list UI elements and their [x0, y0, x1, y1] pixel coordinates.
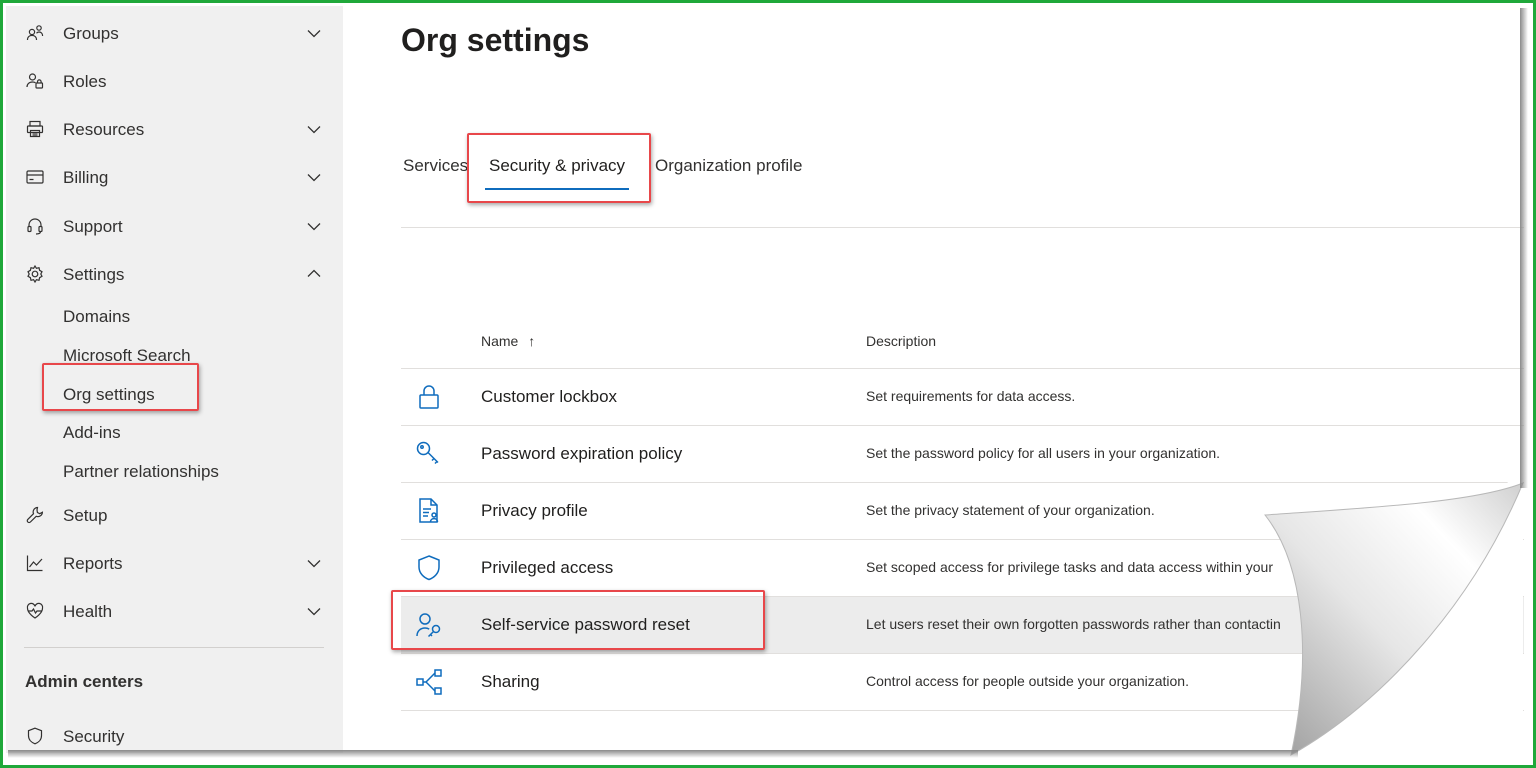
admin-centers-title: Admin centers: [25, 672, 144, 691]
sidebar-subitem-microsoft-search[interactable]: Microsoft Search: [63, 341, 191, 371]
screenshot-frame: Groups Roles Resources Billing Support S…: [0, 0, 1536, 768]
sidebar-nav: Groups Roles Resources Billing Support S…: [6, 6, 343, 753]
sidebar-item-label: Settings: [63, 265, 125, 284]
sidebar-item-label: Setup: [63, 506, 108, 525]
chevron-down-icon[interactable]: [306, 555, 324, 571]
roles-icon: [24, 70, 46, 92]
page-title: Org settings: [401, 22, 590, 58]
row-name: Sharing: [481, 672, 540, 691]
tab-services[interactable]: Services: [403, 156, 468, 184]
sidebar-subitem-org-settings[interactable]: Org settings: [63, 380, 155, 410]
chevron-down-icon[interactable]: [306, 169, 324, 185]
row-description: Let users reset their own forgotten pass…: [866, 616, 1281, 632]
sidebar-item-billing[interactable]: Billing: [6, 157, 343, 197]
table-row-privileged-access[interactable]: Privileged access Set scoped access for …: [401, 540, 1524, 597]
sidebar-item-label: Billing: [63, 168, 109, 187]
row-name: Privileged access: [481, 558, 614, 577]
row-name: Self-service password reset: [481, 615, 690, 634]
row-description: Set the privacy statement of your organi…: [866, 502, 1155, 518]
shield-icon: [24, 725, 46, 747]
sidebar-item-health[interactable]: Health: [6, 591, 343, 631]
row-description: Set requirements for data access.: [866, 388, 1076, 404]
chevron-down-icon[interactable]: [306, 121, 324, 137]
tab-bar: Services Security & privacy Organization…: [401, 133, 1524, 228]
groups-icon: [24, 22, 46, 44]
sidebar-item-roles[interactable]: Roles: [6, 61, 343, 101]
row-name: Customer lockbox: [481, 387, 618, 406]
sidebar-item-setup[interactable]: Setup: [6, 495, 343, 535]
tab-organization-profile[interactable]: Organization profile: [655, 156, 802, 184]
sidebar-item-settings[interactable]: Settings: [6, 254, 343, 294]
table-row-password-expiration-policy[interactable]: Password expiration policy Set the passw…: [401, 426, 1524, 483]
sidebar-item-label: Resources: [63, 120, 145, 139]
page: Groups Roles Resources Billing Support S…: [6, 6, 1524, 753]
chart-icon: [24, 552, 46, 574]
tab-security-privacy[interactable]: Security & privacy: [489, 156, 625, 184]
chevron-down-icon[interactable]: [306, 218, 324, 234]
table-row-customer-lockbox[interactable]: Customer lockbox Set requirements for da…: [401, 369, 1524, 426]
heart-icon: [24, 600, 46, 622]
person-key-icon: [413, 609, 445, 641]
sidebar-item-reports[interactable]: Reports: [6, 543, 343, 583]
sidebar-subitem-domains[interactable]: Domains: [63, 302, 130, 332]
resources-icon: [24, 118, 46, 140]
column-header-description[interactable]: Description: [866, 333, 936, 349]
row-name: Password expiration policy: [481, 444, 683, 463]
sidebar-item-security[interactable]: Security: [6, 716, 343, 753]
chevron-down-icon[interactable]: [306, 603, 324, 619]
table-row-privacy-profile[interactable]: Privacy profile Set the privacy statemen…: [401, 483, 1524, 540]
sort-ascending-icon: ↑: [528, 333, 536, 349]
row-description: Control access for people outside your o…: [866, 673, 1189, 689]
column-header-name[interactable]: Name ↑: [481, 333, 535, 349]
chevron-down-icon[interactable]: [306, 25, 324, 41]
row-description: Set the password policy for all users in…: [866, 445, 1221, 461]
table-row-self-service-password-reset[interactable]: Self-service password reset Let users re…: [401, 597, 1524, 654]
sidebar-item-label: Security: [63, 727, 125, 746]
sidebar-item-label: Support: [63, 217, 123, 236]
sidebar-subitem-add-ins[interactable]: Add-ins: [63, 418, 121, 448]
column-header-name-label: Name: [481, 333, 519, 349]
sidebar-item-label: Health: [63, 602, 113, 621]
sidebar-divider: [24, 647, 324, 648]
wrench-icon: [24, 504, 46, 526]
sidebar-subitem-partner-relationships[interactable]: Partner relationships: [63, 457, 219, 487]
gear-icon: [24, 263, 46, 285]
row-name: Privacy profile: [481, 501, 588, 520]
headset-icon: [24, 215, 46, 237]
sidebar-item-label: Groups: [63, 24, 119, 43]
document-person-icon: [413, 495, 445, 527]
active-tab-indicator: [485, 188, 629, 190]
sidebar-item-support[interactable]: Support: [6, 206, 343, 246]
sidebar-item-label: Roles: [63, 72, 107, 91]
sidebar-item-label: Reports: [63, 554, 123, 573]
sidebar-item-resources[interactable]: Resources: [6, 109, 343, 149]
main-content: Org settings Services Security & privacy…: [343, 6, 1524, 753]
row-description: Set scoped access for privilege tasks an…: [866, 559, 1273, 575]
chevron-up-icon[interactable]: [306, 266, 324, 282]
share-nodes-icon: [413, 666, 445, 698]
key-icon: [413, 438, 445, 470]
sidebar-item-groups[interactable]: Groups: [6, 13, 343, 53]
billing-icon: [24, 166, 46, 188]
table-row-sharing[interactable]: Sharing Control access for people outsid…: [401, 654, 1524, 711]
lock-icon: [413, 381, 445, 413]
shield-icon: [413, 552, 445, 584]
